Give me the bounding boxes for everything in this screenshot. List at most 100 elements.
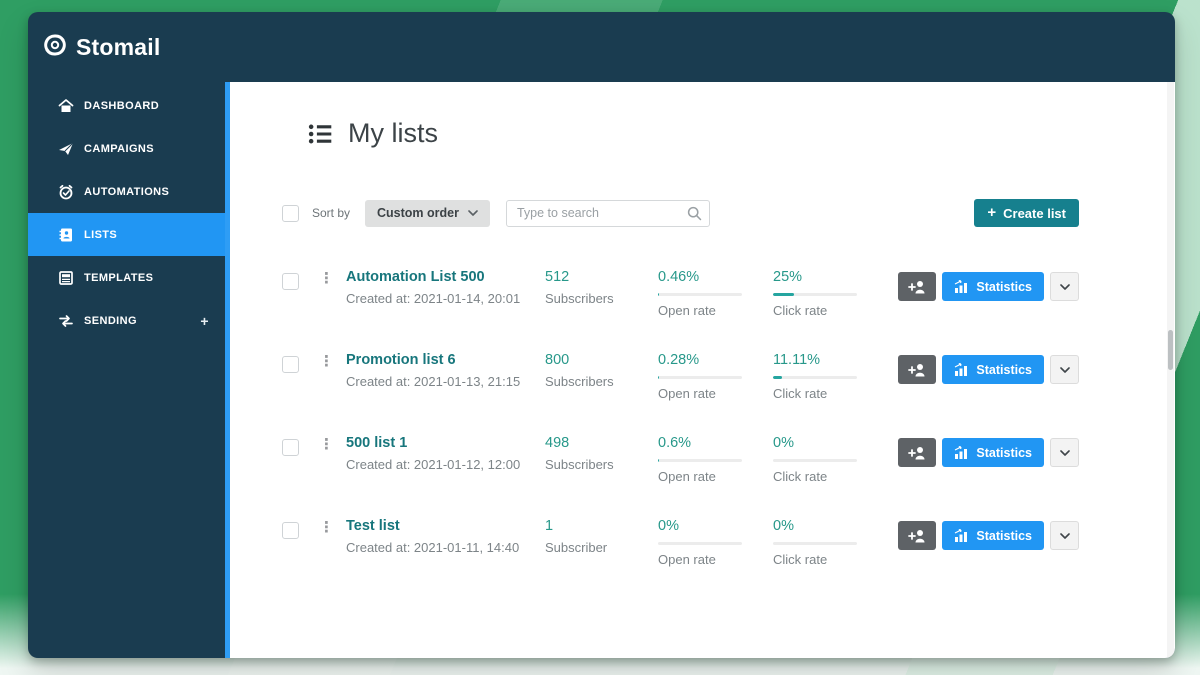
sidebar-item-lists[interactable]: LISTS: [28, 213, 225, 256]
address-book-icon: [59, 228, 72, 241]
add-subscriber-button[interactable]: [898, 521, 937, 550]
click-rate-label: Click rate: [773, 552, 828, 567]
sidebar: DASHBOARD CAMPAIGNS AUTOMATIONS LISTS TE…: [28, 84, 225, 342]
chevron-down-icon: [1059, 366, 1070, 373]
subscribers-count: 512: [545, 269, 570, 285]
sidebar-item-label: LISTS: [84, 228, 118, 241]
click-rate-label: Click rate: [773, 469, 828, 484]
list-row: ⋮ Automation List 500 Created at: 2021-0…: [230, 253, 1175, 336]
brand-logo[interactable]: Stomail: [41, 31, 160, 64]
top-bar: Stomail: [28, 12, 1175, 82]
paper-plane-icon: [59, 142, 74, 155]
row-actions-dropdown[interactable]: [1050, 438, 1079, 467]
add-subscriber-button[interactable]: [898, 355, 937, 384]
list-name-link[interactable]: Promotion list 6: [346, 352, 545, 368]
add-user-icon: [908, 280, 925, 293]
lists-table: ⋮ Automation List 500 Created at: 2021-0…: [230, 253, 1175, 585]
statistics-label: Statistics: [976, 445, 1032, 460]
chevron-down-icon: [1059, 532, 1070, 539]
click-rate-value: 0%: [773, 518, 794, 534]
open-rate-value: 0.6%: [658, 435, 692, 451]
chart-icon: [955, 363, 968, 376]
sidebar-item-campaigns[interactable]: CAMPAIGNS: [28, 127, 225, 170]
app-window: Stomail DASHBOARD CAMPAIGNS AUTOMATIONS: [28, 12, 1175, 658]
sidebar-item-label: CAMPAIGNS: [84, 142, 155, 155]
kebab-menu-icon[interactable]: ⋮: [319, 352, 346, 369]
open-rate-label: Open rate: [658, 552, 716, 567]
open-rate-value: 0.46%: [658, 269, 700, 285]
open-rate-bar: [658, 542, 742, 545]
sidebar-item-sending[interactable]: SENDING +: [28, 299, 225, 342]
scrollbar-thumb[interactable]: [1168, 330, 1173, 370]
add-user-icon: [908, 529, 925, 542]
row-actions-dropdown[interactable]: [1050, 521, 1079, 550]
row-actions-dropdown[interactable]: [1050, 355, 1079, 384]
list-row: ⋮ 500 list 1 Created at: 2021-01-12, 12:…: [230, 419, 1175, 502]
statistics-button[interactable]: Statistics: [942, 355, 1044, 384]
list-name-link[interactable]: Automation List 500: [346, 269, 545, 285]
row-actions-dropdown[interactable]: [1050, 272, 1079, 301]
subscribers-label: Subscribers: [545, 374, 614, 389]
click-rate-value: 0%: [773, 435, 794, 451]
create-list-button[interactable]: + Create list: [974, 199, 1079, 227]
page-title: My lists: [348, 118, 438, 148]
search-icon: [687, 206, 702, 220]
chart-icon: [955, 529, 968, 542]
sidebar-item-templates[interactable]: TEMPLATES: [28, 256, 225, 299]
row-checkbox[interactable]: [282, 522, 299, 539]
sidebar-item-label: DASHBOARD: [84, 99, 160, 112]
sort-by-label: Sort by: [312, 206, 351, 220]
add-subscriber-button[interactable]: [898, 272, 937, 301]
toolbar: Sort by Custom order + Create list: [282, 199, 1079, 227]
transfer-arrows-icon: [59, 314, 73, 327]
sidebar-item-automations[interactable]: AUTOMATIONS: [28, 170, 225, 213]
row-checkbox[interactable]: [282, 356, 299, 373]
sidebar-item-label: TEMPLATES: [84, 271, 154, 284]
list-icon: [308, 124, 332, 143]
sort-order-dropdown[interactable]: Custom order: [365, 199, 490, 227]
subscribers-count: 1: [545, 518, 554, 534]
subscribers-count: 498: [545, 435, 570, 451]
home-icon: [58, 98, 74, 112]
add-subscriber-button[interactable]: [898, 438, 937, 467]
kebab-menu-icon[interactable]: ⋮: [319, 435, 346, 452]
statistics-button[interactable]: Statistics: [942, 438, 1044, 467]
sending-expand-plus[interactable]: +: [200, 313, 209, 329]
add-user-icon: [908, 446, 925, 459]
statistics-button[interactable]: Statistics: [942, 521, 1044, 550]
main-content: My lists Sort by Custom order + Create: [225, 82, 1175, 658]
statistics-button[interactable]: Statistics: [942, 272, 1044, 301]
kebab-menu-icon[interactable]: ⋮: [319, 518, 346, 535]
open-rate-value: 0%: [658, 518, 679, 534]
click-rate-label: Click rate: [773, 303, 828, 318]
select-all-checkbox[interactable]: [282, 204, 299, 222]
sidebar-item-dashboard[interactable]: DASHBOARD: [28, 84, 225, 127]
list-name-link[interactable]: 500 list 1: [346, 435, 545, 451]
row-checkbox[interactable]: [282, 273, 299, 290]
chart-icon: [955, 280, 968, 293]
list-row: ⋮ Test list Created at: 2021-01-11, 14:4…: [230, 502, 1175, 585]
open-rate-label: Open rate: [658, 469, 716, 484]
subscribers-label: Subscribers: [545, 291, 614, 306]
open-rate-value: 0.28%: [658, 352, 700, 368]
sidebar-item-label: AUTOMATIONS: [84, 185, 170, 198]
statistics-label: Statistics: [976, 528, 1032, 543]
click-rate-value: 11.11%: [773, 352, 821, 368]
list-row: ⋮ Promotion list 6 Created at: 2021-01-1…: [230, 336, 1175, 419]
subscribers-label: Subscribers: [545, 457, 614, 472]
row-checkbox[interactable]: [282, 439, 299, 456]
click-rate-label: Click rate: [773, 386, 828, 401]
click-rate-bar: [773, 376, 857, 379]
open-rate-bar: [658, 293, 742, 296]
chevron-down-icon: [468, 210, 478, 216]
open-rate-bar: [658, 459, 742, 462]
list-name-link[interactable]: Test list: [346, 518, 545, 534]
kebab-menu-icon[interactable]: ⋮: [319, 269, 346, 286]
subscribers-label: Subscriber: [545, 540, 608, 555]
chevron-down-icon: [1059, 449, 1070, 456]
scrollbar[interactable]: [1167, 82, 1174, 658]
search-input[interactable]: [505, 199, 710, 227]
open-rate-label: Open rate: [658, 386, 716, 401]
template-icon: [59, 270, 73, 285]
created-at-text: Created at: 2021-01-14, 20:01: [346, 291, 521, 306]
